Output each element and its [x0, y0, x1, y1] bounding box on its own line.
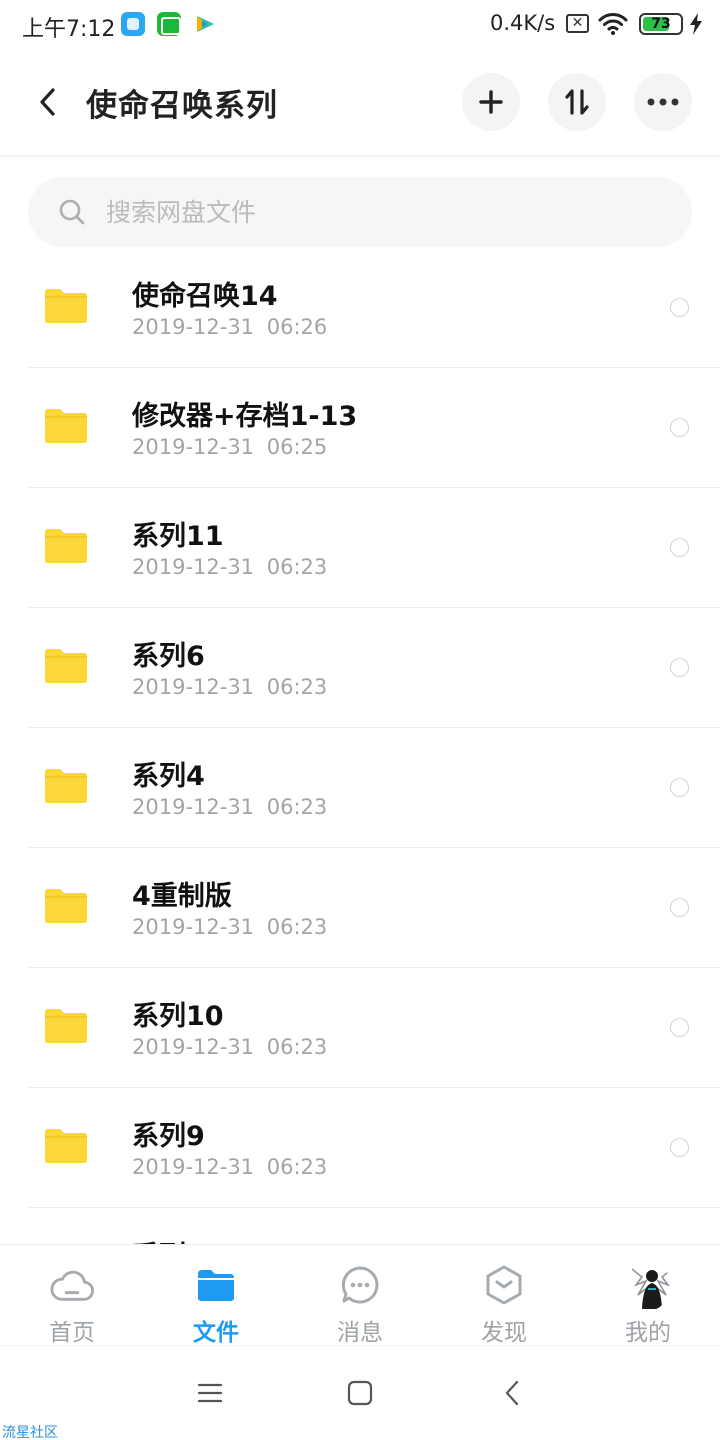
select-checkbox[interactable]	[670, 418, 689, 437]
tab-messages[interactable]: 消息	[288, 1245, 432, 1346]
folder-icon	[44, 1128, 88, 1164]
status-time: 上午7:12	[22, 17, 116, 42]
list-item[interactable]: 系列11 2019-12-31 06:23	[0, 488, 720, 608]
list-item[interactable]: 修改器+存档1-13 2019-12-31 06:25	[0, 368, 720, 488]
search-icon	[58, 198, 86, 230]
file-name: 修改器+存档1-13	[132, 401, 358, 432]
back-chevron-icon	[505, 1380, 519, 1406]
folder-icon	[44, 888, 88, 924]
file-name: 系列6	[132, 641, 205, 672]
cloud-icon	[50, 1263, 94, 1307]
add-button[interactable]	[462, 73, 520, 131]
more-icon	[647, 98, 679, 106]
search-input[interactable]	[106, 177, 666, 247]
status-bar: 上午7:12 0.4K/s ✕ 73	[0, 0, 720, 50]
wifi-icon	[598, 12, 628, 40]
select-checkbox[interactable]	[670, 298, 689, 317]
tab-discover[interactable]: 发现	[432, 1245, 576, 1346]
folder-icon	[44, 408, 88, 444]
file-name: 系列1	[132, 1234, 205, 1244]
folder-icon	[44, 288, 88, 324]
network-speed: 0.4K/s	[490, 11, 556, 35]
select-checkbox[interactable]	[670, 1018, 689, 1037]
list-item[interactable]: 系列1	[0, 1208, 720, 1244]
battery-level: 73	[651, 16, 671, 32]
plus-icon	[479, 90, 503, 114]
battery-icon: 73	[639, 13, 683, 35]
file-date: 2019-12-31 06:23	[132, 1035, 328, 1059]
app-notification-icon	[121, 12, 145, 36]
sim-card-x-icon: ✕	[566, 14, 589, 33]
list-item[interactable]: 系列6 2019-12-31 06:23	[0, 608, 720, 728]
file-name: 4重制版	[132, 881, 232, 912]
back-button[interactable]	[28, 82, 68, 122]
file-date: 2019-12-31 06:25	[132, 435, 328, 459]
file-name: 系列4	[132, 761, 205, 792]
search-bar[interactable]	[28, 177, 692, 247]
chat-bubble-icon	[338, 1263, 382, 1307]
list-item[interactable]: 使命召唤14 2019-12-31 06:26	[0, 248, 720, 368]
iqiyi-icon	[157, 12, 181, 36]
folder-icon	[44, 648, 88, 684]
menu-icon	[197, 1383, 223, 1403]
video-app-icon	[192, 12, 218, 36]
tab-me-label: 我的	[625, 1320, 671, 1346]
more-button[interactable]	[634, 73, 692, 131]
file-name: 使命召唤14	[132, 281, 278, 312]
page-title: 使命召唤系列	[86, 88, 278, 124]
list-item[interactable]: 4重制版 2019-12-31 06:23	[0, 848, 720, 968]
select-checkbox[interactable]	[670, 538, 689, 557]
system-navigation-bar	[0, 1345, 720, 1440]
tab-home[interactable]: 首页	[0, 1245, 144, 1346]
list-item[interactable]: 系列9 2019-12-31 06:23	[0, 1088, 720, 1208]
file-name: 系列9	[132, 1121, 205, 1152]
system-back-button[interactable]	[492, 1376, 532, 1410]
list-item[interactable]: 系列4 2019-12-31 06:23	[0, 728, 720, 848]
list-item[interactable]: 系列10 2019-12-31 06:23	[0, 968, 720, 1088]
file-name: 系列11	[132, 521, 224, 552]
recent-apps-button[interactable]	[190, 1376, 230, 1410]
folder-icon	[44, 528, 88, 564]
select-checkbox[interactable]	[670, 778, 689, 797]
bolt-icon	[689, 13, 703, 39]
tab-discover-label: 发现	[481, 1320, 527, 1346]
tab-files-label: 文件	[193, 1320, 239, 1346]
sort-button[interactable]	[548, 73, 606, 131]
sort-icon	[565, 89, 589, 115]
watermark: 流星社区	[2, 1425, 58, 1440]
file-date: 2019-12-31 06:23	[132, 555, 328, 579]
select-checkbox[interactable]	[670, 658, 689, 677]
home-button[interactable]	[340, 1376, 380, 1410]
folder-icon	[194, 1263, 238, 1307]
file-date: 2019-12-31 06:23	[132, 1155, 328, 1179]
tab-me[interactable]: 我的	[576, 1245, 720, 1346]
file-name: 系列10	[132, 1001, 224, 1032]
chevron-left-icon	[40, 88, 55, 116]
select-checkbox[interactable]	[670, 1138, 689, 1157]
file-date: 2019-12-31 06:26	[132, 315, 328, 339]
file-date: 2019-12-31 06:23	[132, 915, 328, 939]
folder-icon	[44, 768, 88, 804]
tab-home-label: 首页	[49, 1320, 95, 1346]
file-list: 使命召唤14 2019-12-31 06:26 修改器+存档1-13 2019-…	[0, 248, 720, 1244]
tab-messages-label: 消息	[337, 1320, 383, 1346]
avatar	[626, 1259, 670, 1311]
bottom-tab-bar: 首页 文件 消息 发现 我的	[0, 1244, 720, 1346]
file-date: 2019-12-31 06:23	[132, 795, 328, 819]
tab-files[interactable]: 文件	[144, 1245, 288, 1346]
select-checkbox[interactable]	[670, 898, 689, 917]
file-date: 2019-12-31 06:23	[132, 675, 328, 699]
top-app-bar: 使命召唤系列	[0, 50, 720, 156]
folder-icon	[44, 1008, 88, 1044]
discover-icon	[482, 1263, 526, 1307]
home-square-icon	[347, 1380, 373, 1406]
